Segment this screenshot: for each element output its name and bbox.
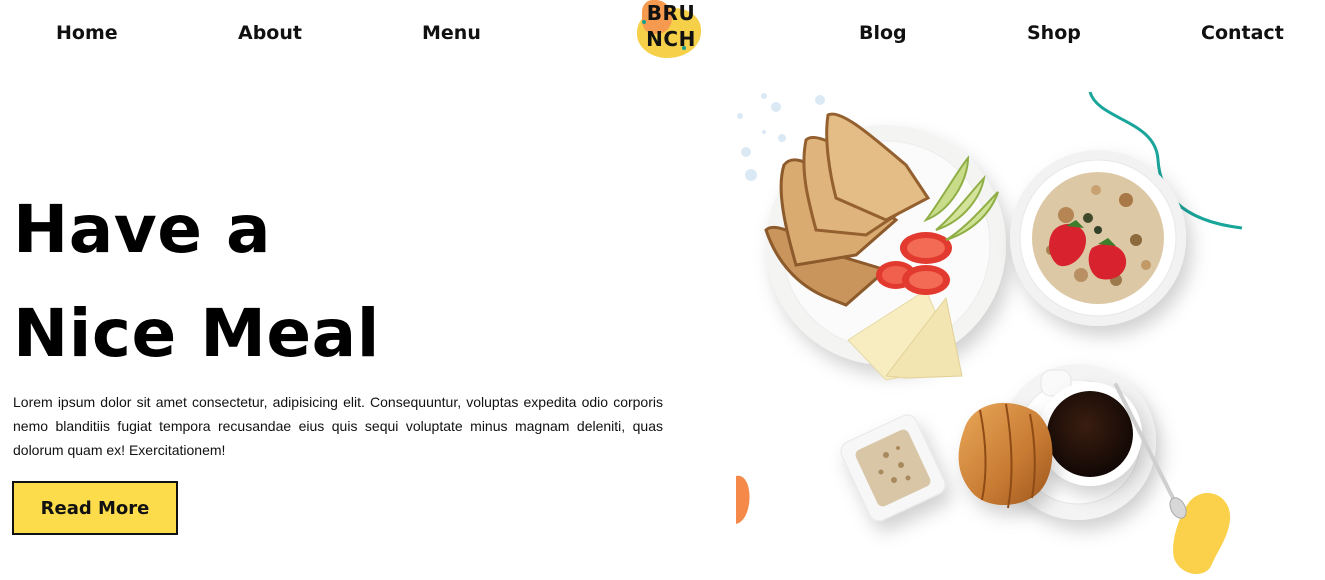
logo-text: BRU NCH <box>642 0 700 52</box>
nav-link-contact[interactable]: Contact <box>1201 21 1284 45</box>
coffee-liquid <box>1047 391 1133 477</box>
nav-link-menu[interactable]: Menu <box>422 21 481 45</box>
read-more-button[interactable]: Read More <box>12 481 178 535</box>
hero-title-line2: Nice Meal <box>13 295 380 372</box>
nav-link-blog[interactable]: Blog <box>859 21 907 45</box>
brand-logo[interactable]: BRU NCH <box>634 0 704 60</box>
hero-title: Have a Nice Meal <box>13 178 380 386</box>
breakfast-image <box>736 91 1243 575</box>
nav-link-shop[interactable]: Shop <box>1027 21 1081 45</box>
orange-blob-shape <box>736 475 750 524</box>
oat-dish <box>840 414 946 522</box>
nav-link-home[interactable]: Home <box>56 21 118 45</box>
logo-text-line1: BRU <box>646 1 696 25</box>
hero-description: Lorem ipsum dolor sit amet consectetur, … <box>13 394 663 458</box>
croissant <box>958 402 1053 509</box>
nav-link-about[interactable]: About <box>238 21 302 45</box>
granola-bowl <box>1010 150 1186 326</box>
logo-text-line2: NCH <box>646 27 696 51</box>
hero-title-line1: Have a <box>13 191 272 268</box>
